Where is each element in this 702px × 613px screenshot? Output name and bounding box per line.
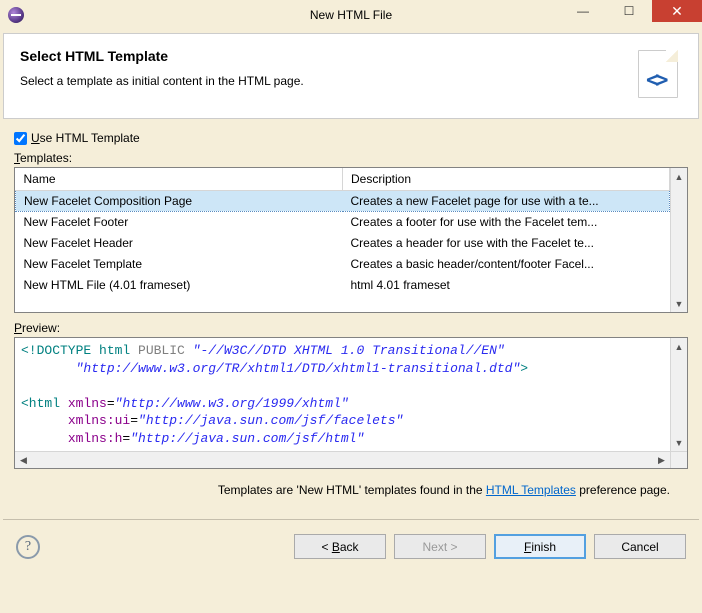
close-button[interactable]: ✕ (652, 0, 702, 22)
templates-table[interactable]: Name Description New Facelet Composition… (14, 167, 688, 313)
minimize-button[interactable]: — (560, 0, 606, 22)
templates-label: Templates: (14, 151, 688, 165)
button-bar: ? < Back Next > Finish Cancel (0, 520, 702, 573)
table-row[interactable]: New Facelet Footer Creates a footer for … (16, 212, 670, 233)
window-title: New HTML File (310, 8, 392, 22)
back-button[interactable]: < Back (294, 534, 386, 559)
cancel-button[interactable]: Cancel (594, 534, 686, 559)
scroll-down-icon[interactable]: ▼ (671, 434, 687, 451)
finish-button[interactable]: Finish (494, 534, 586, 559)
column-name[interactable]: Name (16, 168, 343, 191)
templates-hint: Templates are 'New HTML' templates found… (14, 469, 688, 515)
scroll-left-icon[interactable]: ◀ (15, 452, 32, 468)
table-row[interactable]: New HTML File (4.01 frameset) html 4.01 … (16, 275, 670, 296)
preview-vscroll[interactable]: ▲ ▼ (670, 338, 687, 451)
next-button: Next > (394, 534, 486, 559)
html-file-icon: <> (634, 48, 682, 104)
preview-pane: <!DOCTYPE html PUBLIC "-//W3C//DTD XHTML… (14, 337, 688, 469)
column-description[interactable]: Description (343, 168, 670, 191)
scroll-up-icon[interactable]: ▲ (671, 168, 687, 185)
page-subtitle: Select a template as initial content in … (20, 74, 622, 88)
preview-hscroll[interactable]: ◀ ▶ (15, 451, 687, 468)
page-title: Select HTML Template (20, 48, 622, 64)
use-template-checkbox[interactable] (14, 132, 27, 145)
html-templates-link[interactable]: HTML Templates (486, 483, 576, 497)
preview-label: Preview: (14, 321, 688, 335)
maximize-button[interactable]: ☐ (606, 0, 652, 22)
help-button[interactable]: ? (16, 535, 40, 559)
table-row[interactable]: New Facelet Header Creates a header for … (16, 233, 670, 254)
app-icon (8, 7, 24, 23)
scroll-down-icon[interactable]: ▼ (671, 295, 687, 312)
table-row[interactable]: New Facelet Composition Page Creates a n… (16, 191, 670, 212)
preview-code[interactable]: <!DOCTYPE html PUBLIC "-//W3C//DTD XHTML… (15, 338, 670, 451)
table-row[interactable]: New Facelet Template Creates a basic hea… (16, 254, 670, 275)
scroll-up-icon[interactable]: ▲ (671, 338, 687, 355)
use-template-label[interactable]: Use HTML Template (31, 131, 140, 145)
title-bar: New HTML File — ☐ ✕ (0, 0, 702, 30)
wizard-header: Select HTML Template Select a template a… (3, 33, 699, 119)
scroll-right-icon[interactable]: ▶ (653, 452, 670, 468)
table-scrollbar[interactable]: ▲ ▼ (670, 168, 687, 312)
